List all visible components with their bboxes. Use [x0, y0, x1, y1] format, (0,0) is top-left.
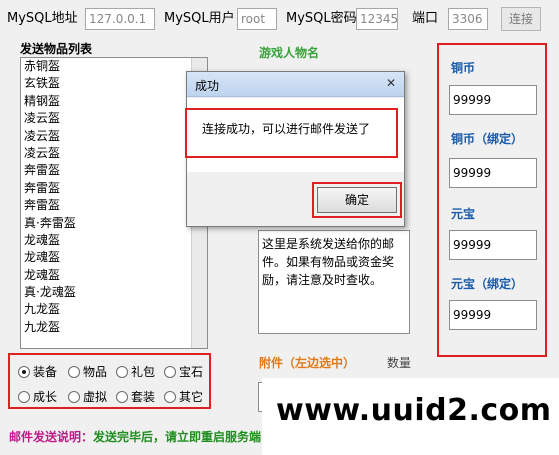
- list-item[interactable]: 玄铁盔: [21, 75, 207, 92]
- currency-panel: 铜币 99999 铜币（绑定） 99999 元宝 99999 元宝（绑定） 99…: [437, 43, 547, 357]
- dialog-title: 成功: [195, 79, 220, 93]
- list-item[interactable]: 龙魂盔: [21, 249, 207, 266]
- radio-gift-pack[interactable]: 礼包: [116, 364, 155, 380]
- ok-button-highlight: 确定: [312, 182, 402, 218]
- copper-bound-label: 铜币（绑定）: [451, 132, 524, 146]
- port-input[interactable]: 3306: [448, 8, 488, 30]
- mysql-user-input[interactable]: root: [237, 8, 277, 30]
- ok-button[interactable]: 确定: [317, 187, 397, 213]
- radio-dot-icon: [68, 366, 80, 378]
- dialog-body: 连接成功，可以进行邮件发送了: [185, 98, 404, 172]
- radio-other[interactable]: 其它: [164, 389, 203, 405]
- yuanbao-bound-label: 元宝（绑定）: [451, 277, 524, 291]
- radio-dot-icon: [116, 391, 128, 403]
- mail-message-textarea[interactable]: 这里是系统发送给你的邮件。如果有物品或资金奖励，请注意及时查收。: [258, 230, 410, 334]
- mysql-password-label: MySQL密码: [286, 11, 357, 26]
- radio-goods[interactable]: 物品: [68, 364, 107, 380]
- radio-dot-icon: [164, 366, 176, 378]
- list-item[interactable]: 赤铜盔: [21, 58, 207, 75]
- character-name-label: 游戏人物名: [259, 46, 320, 60]
- copper-label: 铜币: [451, 61, 476, 75]
- mail-send-note: 邮件发送说明：发送完毕后，请立即重启服务端: [9, 428, 261, 445]
- dialog-titlebar[interactable]: 成功 ✕: [187, 72, 404, 97]
- close-icon[interactable]: ✕: [382, 75, 400, 91]
- radio-growth[interactable]: 成长: [18, 389, 57, 405]
- yuanbao-label: 元宝: [451, 207, 476, 221]
- radio-virtual[interactable]: 虚拟: [68, 389, 107, 405]
- radio-equipment[interactable]: 装备: [18, 364, 57, 380]
- mail-send-note-text: 发送完毕后，请立即重启服务端: [93, 430, 262, 444]
- list-item[interactable]: 奔雷盔: [21, 180, 207, 197]
- list-item[interactable]: 凌云盔: [21, 145, 207, 162]
- list-item[interactable]: 九龙盔: [21, 319, 207, 336]
- copper-bound-input[interactable]: 99999: [449, 158, 537, 188]
- success-dialog: 成功 ✕ 连接成功，可以进行邮件发送了 确定: [185, 71, 405, 227]
- dialog-message: 连接成功，可以进行邮件发送了: [202, 122, 371, 136]
- yuanbao-input[interactable]: 99999: [449, 230, 537, 260]
- radio-dot-icon: [68, 391, 80, 403]
- radio-dot-icon: [164, 391, 176, 403]
- radio-set[interactable]: 套装: [116, 389, 155, 405]
- category-radio-group: 装备 物品 礼包 宝石 成长 虚拟 套装 其它: [8, 353, 211, 409]
- mysql-host-label: MySQL地址: [7, 11, 78, 26]
- mysql-user-label: MySQL用户: [164, 11, 235, 26]
- yuanbao-bound-input[interactable]: 99999: [449, 300, 537, 330]
- radio-gem[interactable]: 宝石: [164, 364, 203, 380]
- list-item[interactable]: 凌云盔: [21, 128, 207, 145]
- list-item[interactable]: 奔雷盔: [21, 197, 207, 214]
- list-item[interactable]: 精钢盔: [21, 93, 207, 110]
- mysql-host-input[interactable]: 127.0.0.1: [85, 8, 155, 30]
- mysql-password-input[interactable]: 12345: [356, 8, 398, 30]
- list-item[interactable]: 真·龙魂盔: [21, 284, 207, 301]
- radio-dot-icon: [18, 391, 30, 403]
- list-item[interactable]: 九龙盔: [21, 301, 207, 318]
- list-item[interactable]: 龙魂盔: [21, 267, 207, 284]
- radio-dot-icon: [116, 366, 128, 378]
- radio-dot-checked-icon: [18, 366, 30, 378]
- attachment-label: 附件（左边选中）: [259, 356, 356, 370]
- watermark: www.uuid2.com: [262, 378, 559, 455]
- select-button[interactable]: 连接: [501, 7, 541, 31]
- list-item[interactable]: 奔雷盔: [21, 162, 207, 179]
- copper-input[interactable]: 99999: [449, 85, 537, 115]
- list-item[interactable]: 真·奔雷盔: [21, 215, 207, 232]
- item-list-title: 发送物品列表: [20, 42, 93, 56]
- mail-send-note-label: 邮件发送说明：: [9, 430, 94, 444]
- quantity-label: 数量: [387, 356, 412, 370]
- list-item[interactable]: 凌云盔: [21, 110, 207, 127]
- list-item[interactable]: 龙魂盔: [21, 232, 207, 249]
- port-label: 端口: [412, 11, 439, 26]
- item-listbox[interactable]: 赤铜盔 玄铁盔 精钢盔 凌云盔 凌云盔 凌云盔 奔雷盔 奔雷盔 奔雷盔 真·奔雷…: [20, 57, 208, 349]
